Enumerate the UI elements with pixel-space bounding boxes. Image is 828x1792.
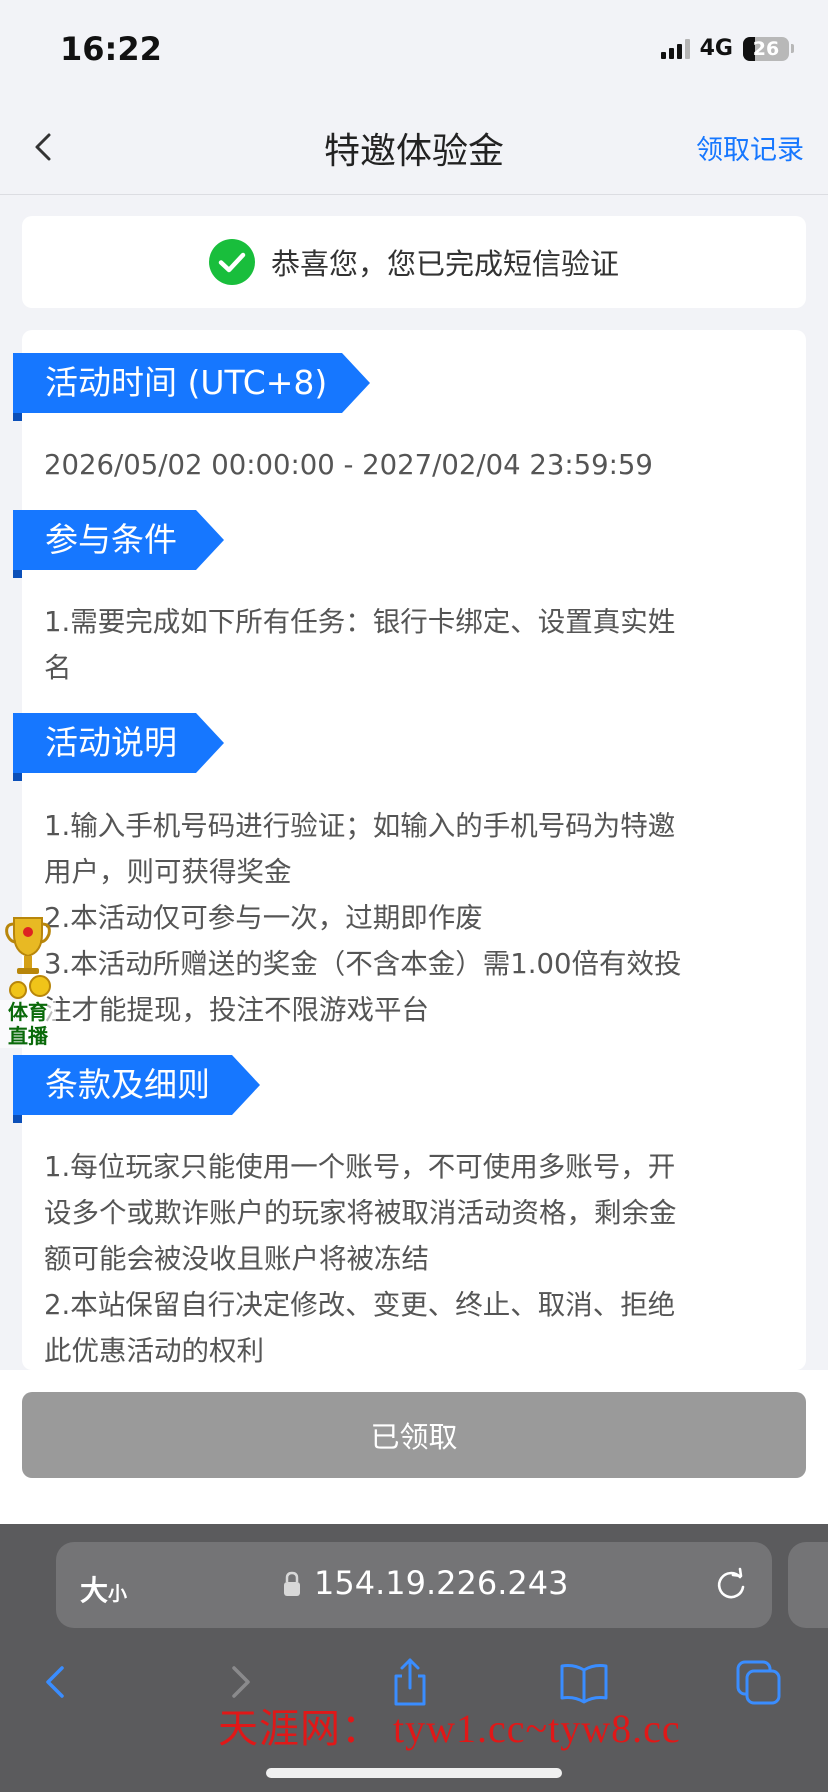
text-line: 此优惠活动的权利 [44, 1335, 264, 1367]
text-line: 名 [44, 652, 72, 684]
section-text-description: 1.输入手机号码进行验证；如输入的手机号码为特邀 用户，则可获得奖金 2.本活动… [44, 803, 789, 1033]
claim-record-link[interactable]: 领取记录 [696, 128, 804, 167]
text-line: 注才能提现，投注不限游戏平台 [44, 994, 429, 1026]
section-text-activity-time: 2026/05/02 00:00:00 - 2027/02/04 23:59:5… [44, 442, 789, 488]
status-indicators: 4G 26 [660, 36, 794, 61]
network-type: 4G [699, 36, 733, 61]
text-line: 2.本活动仅可参与一次，过期即作废 [44, 902, 483, 934]
sports-live-label: 体育 直播 [0, 1000, 56, 1048]
text-line: 1.输入手机号码进行验证；如输入的手机号码为特邀 [44, 810, 676, 842]
watermark-text: 天涯网： tyw1.cc~tyw8.cc [218, 1706, 681, 1751]
section-title-terms: 条款及细则 [13, 1055, 260, 1115]
status-time: 16:22 [60, 30, 162, 68]
sports-live-float-button[interactable]: 体育 直播 [0, 912, 56, 1052]
browser-toolbar: 大小 154.19.226.243 天涯网： tyw1.cc~tyw8.cc [0, 1524, 828, 1792]
text-line: 1.每位玩家只能使用一个账号，不可使用多账号，开 [44, 1151, 676, 1183]
section-title-activity-time: 活动时间 (UTC+8) [13, 353, 370, 413]
reload-icon[interactable] [712, 1566, 750, 1604]
section-title-fold [13, 773, 22, 781]
text-line: 设多个或欺诈账户的玩家将被取消活动资格，剩余金 [44, 1197, 677, 1229]
signal-icon [660, 38, 690, 59]
verification-success-card: 恭喜您，您已完成短信验证 [22, 216, 806, 308]
url-text: 154.19.226.243 [314, 1564, 569, 1602]
claimed-button[interactable]: 已领取 [22, 1392, 806, 1478]
home-indicator [266, 1768, 562, 1778]
lock-icon [284, 1571, 300, 1596]
address-bar[interactable]: 大小 154.19.226.243 [56, 1542, 772, 1628]
text-line: 2.本站保留自行决定修改、变更、终止、取消、拒绝 [44, 1289, 676, 1321]
battery-icon: 26 [743, 36, 789, 61]
tabs-icon[interactable] [728, 1652, 788, 1712]
section-title-description: 活动说明 [13, 713, 224, 773]
battery-tip [791, 44, 794, 53]
section-text-conditions: 1.需要完成如下所有任务：银行卡绑定、设置真实姓 名 [44, 599, 789, 691]
success-message: 恭喜您，您已完成短信验证 [270, 247, 619, 281]
bottom-action-area: 已领取 [0, 1370, 828, 1524]
activity-details-card: 活动时间 (UTC+8) 2026/05/02 00:00:00 - 2027/… [13, 330, 806, 1370]
section-title-fold [13, 570, 22, 578]
next-tab-peek[interactable] [788, 1542, 828, 1628]
section-title-fold [13, 1115, 22, 1123]
text-line: 用户，则可获得奖金 [44, 856, 292, 888]
battery-percent: 26 [752, 37, 780, 60]
text-line: 1.需要完成如下所有任务：银行卡绑定、设置真实姓 [44, 606, 676, 638]
browser-back-icon[interactable] [28, 1652, 88, 1712]
section-title-fold [13, 413, 22, 421]
text-line: 2026/05/02 00:00:00 - 2027/02/04 23:59:5… [44, 449, 653, 481]
nav-bar: 特邀体验金 领取记录 [0, 100, 828, 195]
text-size-button[interactable]: 大小 [80, 1569, 127, 1609]
status-bar: 16:22 4G 26 [0, 0, 828, 100]
text-line: 额可能会被没收且账户将被冻结 [44, 1243, 429, 1275]
check-circle-icon [208, 239, 255, 285]
text-line: 3.本活动所赠送的奖金（不含本金）需1.00倍有效投 [44, 948, 682, 980]
section-title-conditions: 参与条件 [13, 510, 224, 570]
section-text-terms: 1.每位玩家只能使用一个账号，不可使用多账号，开 设多个或欺诈账户的玩家将被取消… [44, 1144, 789, 1374]
trophy-icon [5, 917, 51, 999]
